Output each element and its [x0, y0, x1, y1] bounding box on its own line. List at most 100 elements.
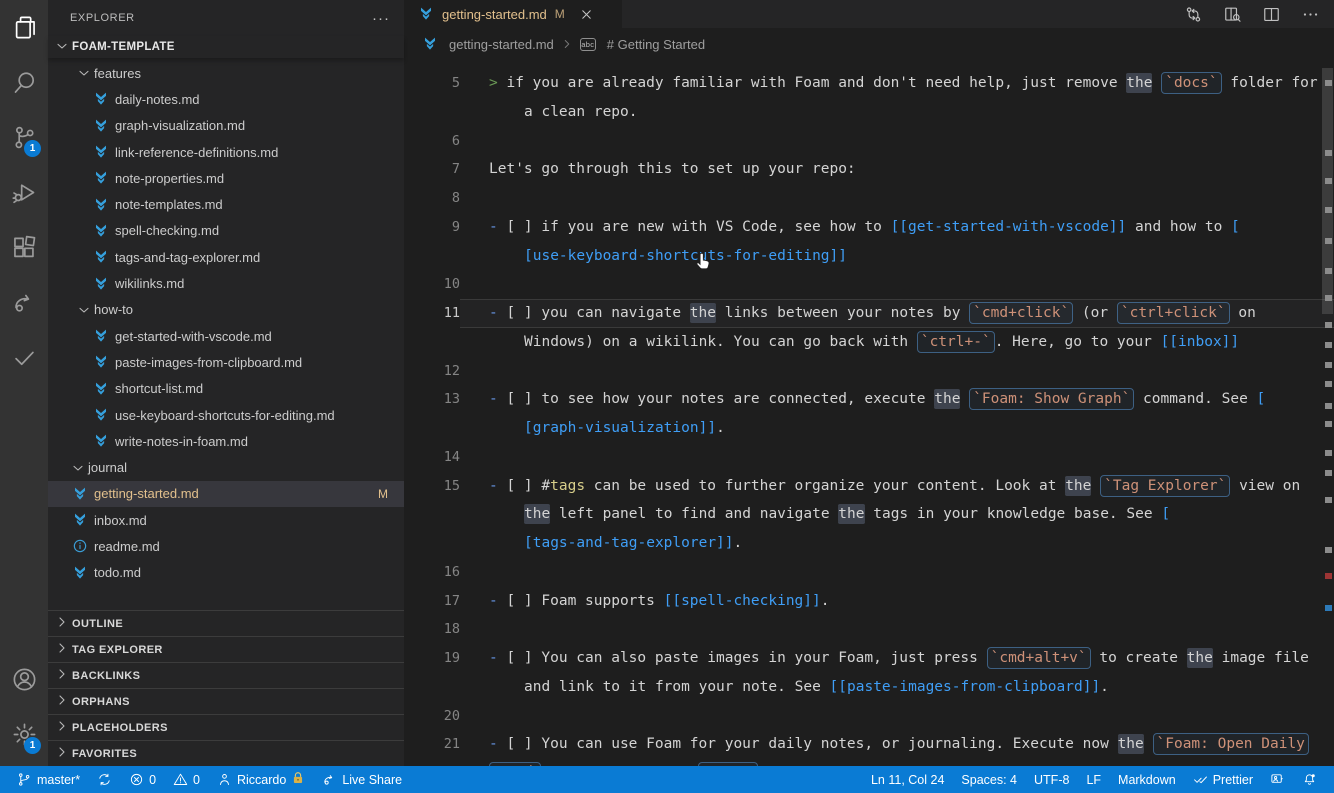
tree-file-tags-and-tag-explorer-md[interactable]: tags-and-tag-explorer.md — [48, 244, 404, 270]
status-spaces-4[interactable]: Spaces: 4 — [954, 766, 1024, 793]
tree-item-label: note-properties.md — [115, 171, 224, 186]
more-actions-icon[interactable] — [1301, 5, 1320, 24]
breadcrumb-item[interactable]: getting-started.md — [422, 36, 554, 52]
tree-item-label: write-notes-in-foam.md — [115, 434, 248, 449]
editor-line-row: [tags-and-tag-explorer]]. — [404, 529, 1334, 558]
tree-file-note-templates-md[interactable]: note-templates.md — [48, 191, 404, 217]
wikilink[interactable]: [[inbox]] — [1161, 334, 1240, 350]
breadcrumb-item[interactable]: abc# Getting Started — [580, 37, 705, 52]
tree-file-paste-images-from-clipboard-md[interactable]: paste-images-from-clipboard.md — [48, 349, 404, 375]
section-placeholders[interactable]: PLACEHOLDERS — [48, 714, 404, 740]
tab-getting-started[interactable]: getting-started.md M — [404, 0, 622, 28]
tree-file-wikilinks-md[interactable]: wikilinks.md — [48, 270, 404, 296]
open-preview-icon[interactable] — [1223, 5, 1242, 24]
activity-source-control-icon[interactable]: 1 — [0, 110, 48, 165]
wikilink[interactable]: [ — [1161, 506, 1170, 522]
tree-file-use-keyboard-shortcuts-for-editing-md[interactable]: use-keyboard-shortcuts-for-editing.md — [48, 402, 404, 428]
section-tag-explorer[interactable]: TAG EXPLORER — [48, 636, 404, 662]
inline-code: `Foam: Open Daily — [1153, 733, 1309, 755]
section-backlinks[interactable]: BACKLINKS — [48, 662, 404, 688]
section-outline[interactable]: OUTLINE — [48, 610, 404, 636]
activity-extensions-icon[interactable] — [0, 220, 48, 275]
tree-file-shortcut-list-md[interactable]: shortcut-list.md — [48, 376, 404, 402]
activity-check-icon[interactable] — [0, 330, 48, 385]
code-text — [960, 391, 969, 407]
status-ln-11-col-24[interactable]: Ln 11, Col 24 — [864, 766, 951, 793]
lock-icon — [291, 771, 305, 788]
code-text: on — [1230, 305, 1256, 321]
scrollbar-thumb[interactable] — [1322, 68, 1333, 314]
tree-folder-features[interactable]: features — [48, 60, 404, 86]
tree-file-note-properties-md[interactable]: note-properties.md — [48, 165, 404, 191]
tree-file-daily-notes-md[interactable]: daily-notes.md — [48, 86, 404, 112]
code-text: links between your notes by — [716, 305, 969, 321]
tree-file-get-started-with-vscode-md[interactable]: get-started-with-vscode.md — [48, 323, 404, 349]
line-number — [404, 98, 460, 127]
status-utf-8[interactable]: UTF-8 — [1027, 766, 1076, 793]
workspace-root-row[interactable]: FOAM-TEMPLATE — [48, 36, 404, 58]
status-0[interactable]: 0 — [166, 766, 207, 793]
chevron-right-icon — [54, 718, 70, 737]
wikilink[interactable]: [use-keyboard-shortcuts-for-editing]] — [524, 248, 847, 264]
split-editor-icon[interactable] — [1262, 5, 1281, 24]
activity-settings-gear-icon[interactable]: 1 — [0, 707, 48, 762]
status-0[interactable]: 0 — [122, 766, 163, 793]
close-icon[interactable] — [579, 7, 594, 22]
code-text: tags — [550, 478, 585, 494]
chevron-down-icon — [70, 460, 86, 476]
wikilink[interactable]: [[spell-checking]] — [664, 593, 821, 609]
live-share-icon — [322, 772, 337, 787]
activity-explorer-icon[interactable] — [0, 0, 48, 55]
wikilink[interactable]: [[get-started-with-vscode]] — [891, 219, 1127, 235]
line-number: 5 — [404, 69, 460, 98]
foam-icon — [93, 433, 109, 449]
overview-ruler-mark — [1325, 80, 1332, 86]
info-icon — [72, 538, 88, 554]
tree-file-spell-checking-md[interactable]: spell-checking.md — [48, 218, 404, 244]
status-master-[interactable]: master* — [10, 766, 87, 793]
activity-search-icon[interactable] — [0, 55, 48, 110]
section-label: ORPHANS — [72, 696, 130, 708]
tree-folder-journal[interactable]: journal — [48, 454, 404, 480]
editor-line-row: 17- [ ] Foam supports [[spell-checking]]… — [404, 587, 1334, 616]
status-riccardo[interactable]: Riccardo — [210, 766, 312, 793]
tree-file-graph-visualization-md[interactable]: graph-visualization.md — [48, 113, 404, 139]
open-changes-icon[interactable] — [1184, 5, 1203, 24]
overview-ruler-mark — [1325, 547, 1332, 553]
tree-file-link-reference-definitions-md[interactable]: link-reference-definitions.md — [48, 139, 404, 165]
tree-file-getting-started-md[interactable]: getting-started.mdM — [48, 481, 404, 507]
code-text — [1091, 478, 1100, 494]
status-sync-icon[interactable] — [90, 766, 119, 793]
status-prettier[interactable]: Prettier — [1186, 766, 1260, 793]
wikilink[interactable]: [tags-and-tag-explorer]] — [524, 535, 734, 551]
section-orphans[interactable]: ORPHANS — [48, 688, 404, 714]
tree-file-inbox-md[interactable]: inbox.md — [48, 507, 404, 533]
status-lf[interactable]: LF — [1079, 766, 1108, 793]
editor-content[interactable]: 5> if you are already familiar with Foam… — [404, 60, 1334, 766]
wikilink[interactable]: [graph-visualization]] — [524, 420, 716, 436]
activity-run-debug-icon[interactable] — [0, 165, 48, 220]
editor-line-row: 16 — [404, 558, 1334, 587]
scrollbar[interactable] — [1320, 60, 1334, 766]
status-live-share[interactable]: Live Share — [315, 766, 409, 793]
wikilink[interactable]: [ — [1231, 219, 1240, 235]
wikilink[interactable]: [ — [1257, 391, 1266, 407]
line-number: 17 — [404, 587, 460, 616]
wikilink[interactable]: [[paste-images-from-clipboard]] — [830, 679, 1101, 695]
tree-file-todo-md[interactable]: todo.md — [48, 560, 404, 586]
tree-folder-how-to[interactable]: how-to — [48, 297, 404, 323]
section-favorites[interactable]: FAVORITES — [48, 740, 404, 766]
editor-line-row: 21- [ ] You can use Foam for your daily … — [404, 730, 1334, 759]
tree-file-write-notes-in-foam-md[interactable]: write-notes-in-foam.md — [48, 428, 404, 454]
activity-account-icon[interactable] — [0, 652, 48, 707]
status-markdown[interactable]: Markdown — [1111, 766, 1183, 793]
tree-file-readme-md[interactable]: readme.md — [48, 533, 404, 559]
editor-line-row: 9- [ ] if you are new with VS Code, see … — [404, 213, 1334, 242]
overview-ruler-mark — [1325, 207, 1332, 213]
status-bell-dot-icon[interactable] — [1295, 766, 1324, 793]
activity-live-share-icon[interactable] — [0, 275, 48, 330]
foam-icon — [72, 486, 88, 502]
status-feedback-icon[interactable] — [1263, 766, 1292, 793]
chevron-right-icon — [54, 614, 70, 630]
explorer-more-actions[interactable]: ··· — [372, 10, 390, 27]
